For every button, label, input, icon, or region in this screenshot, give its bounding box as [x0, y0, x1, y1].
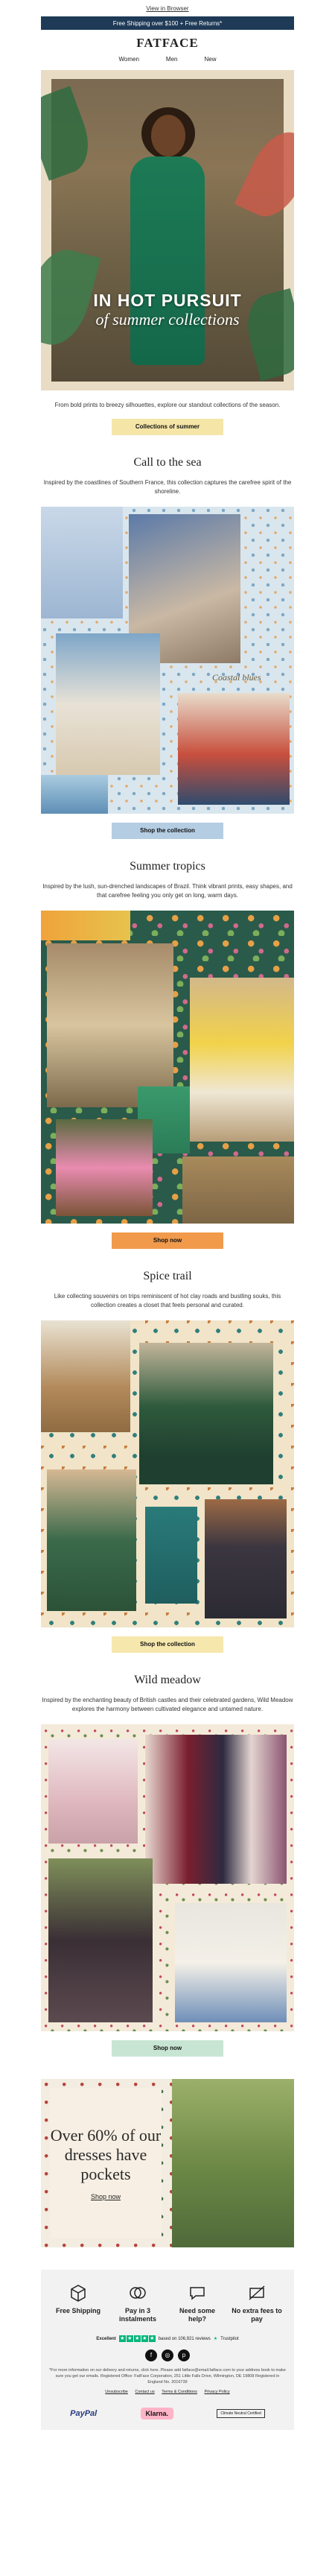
- floral-blouse-photo: [48, 1739, 138, 1844]
- email-container: View in Browser Free Shipping over $100 …: [0, 0, 335, 2448]
- nav-new[interactable]: New: [204, 56, 216, 63]
- facebook-icon[interactable]: f: [145, 2349, 157, 2361]
- klarna-logo: Klarna.: [140, 2408, 174, 2420]
- section-text-summer-tropics: Inspired by the lush, sun-drenched lands…: [42, 883, 293, 899]
- section-text-call-to-the-sea: Inspired by the coastlines of Southern F…: [43, 479, 292, 495]
- social-icons: f ◎ p: [48, 2349, 287, 2361]
- trustpilot-star-icon: ★: [213, 2337, 218, 2341]
- nav-women[interactable]: Women: [119, 56, 139, 63]
- shipping-banner[interactable]: Free Shipping over $100 + Free Returns*: [41, 16, 294, 30]
- clothes-rail-photo: [145, 1735, 287, 1884]
- trustpilot-widget[interactable]: Excellent ★ ★ ★ ★ ★ based on 106,921 rev…: [48, 2335, 287, 2342]
- usp-label: Pay in 3 instalments: [118, 2307, 156, 2323]
- boat-photo: [41, 775, 108, 814]
- dark-skirt-photo: [205, 1499, 287, 1618]
- spice-trail-collage[interactable]: [41, 1320, 294, 1627]
- model-pink-top-photo: [56, 1119, 153, 1216]
- shop-wild-meadow-button[interactable]: Shop now: [112, 2040, 223, 2057]
- box-icon: [52, 2282, 104, 2304]
- paypal-logo: PayPal: [70, 2409, 98, 2418]
- model-print-dress-photo: [48, 1858, 153, 2022]
- collections-of-summer-button[interactable]: Collections of summer: [112, 419, 223, 435]
- pockets-headline: Over 60% of our dresses have pockets: [50, 2126, 162, 2183]
- shop-call-to-the-sea-button[interactable]: Shop the collection: [112, 823, 223, 839]
- shop-summer-tropics-button[interactable]: Shop now: [112, 1232, 223, 1249]
- model-floral-dress-photo: [47, 943, 173, 1107]
- star-icon: ★: [133, 2335, 141, 2342]
- call-to-the-sea-collage[interactable]: Coastal blues: [41, 507, 294, 814]
- model-leaf-dress-photo: [139, 1343, 273, 1484]
- no-fees-icon: [231, 2282, 283, 2304]
- privacy-policy-link[interactable]: Privacy Policy: [204, 2390, 229, 2394]
- section-title-wild-meadow: Wild meadow: [134, 1674, 201, 1686]
- hero-model: [123, 107, 212, 368]
- shop-spice-trail-button[interactable]: Shop the collection: [112, 1636, 223, 1653]
- nav-men[interactable]: Men: [166, 56, 178, 63]
- usp-label: Free Shipping: [55, 2307, 100, 2314]
- section-title-spice-trail: Spice trail: [143, 1270, 192, 1282]
- pockets-textbox: Over 60% of our dresses have pockets Sho…: [50, 2088, 162, 2238]
- summer-tropics-collage[interactable]: [41, 911, 294, 1224]
- footer-links: Unsubscribe Contact us Terms & Condition…: [48, 2390, 287, 2394]
- hero-intro-text: From bold prints to breezy silhouettes, …: [54, 402, 281, 408]
- payment-logos: PayPal Klarna. Climate Neutral Certified: [48, 2408, 287, 2420]
- fatface-logo[interactable]: FATFACE: [0, 36, 335, 52]
- coins-icon: [112, 2282, 164, 2304]
- hero-title: IN HOT PURSUIT: [93, 291, 242, 310]
- orange-fruit-photo: [41, 911, 130, 940]
- blue-trousers-photo: [41, 507, 123, 618]
- star-icon: ★: [118, 2335, 126, 2342]
- model-stripe-dress-photo: [56, 633, 160, 775]
- red-shirt-photo: [178, 693, 290, 805]
- pockets-model-photo: [172, 2079, 294, 2247]
- hero-banner[interactable]: IN HOT PURSUIT of summer collections: [41, 70, 294, 390]
- unsubscribe-link[interactable]: Unsubscribe: [105, 2390, 128, 2394]
- section-text-spice-trail: Like collecting souvenirs on trips remin…: [54, 1293, 281, 1308]
- view-in-browser-link[interactable]: View in Browser: [0, 0, 335, 16]
- section-title-call-to-the-sea: Call to the sea: [133, 456, 202, 469]
- climate-neutral-badge: Climate Neutral Certified: [217, 2409, 265, 2418]
- model-white-blouse-photo: [175, 1903, 287, 2022]
- trustpilot-reviews: based on 106,921 reviews: [158, 2336, 211, 2341]
- star-icon: ★: [126, 2335, 133, 2342]
- chat-icon: [171, 2282, 223, 2304]
- main-nav: Women Men New: [0, 52, 335, 66]
- model-green-dress-photo: [47, 1469, 136, 1611]
- contact-us-link[interactable]: Contact us: [135, 2390, 154, 2394]
- footer: Free Shipping Pay in 3 instalments Need …: [41, 2270, 294, 2430]
- pockets-banner[interactable]: Over 60% of our dresses have pockets Sho…: [41, 2079, 294, 2247]
- terms-link[interactable]: Terms & Conditions: [162, 2390, 197, 2394]
- wild-meadow-collage[interactable]: [41, 1724, 294, 2031]
- section-text-wild-meadow: Inspired by the enchanting beauty of Bri…: [42, 1697, 293, 1712]
- usp-free-shipping[interactable]: Free Shipping: [52, 2282, 104, 2323]
- hero-subtitle: of summer collections: [95, 310, 240, 329]
- model-yellow-top-photo: [190, 978, 294, 1142]
- stone-wall-photo: [182, 1156, 294, 1224]
- coastal-blues-caption: Coastal blues: [212, 672, 261, 683]
- basket-photo: [41, 1320, 130, 1432]
- usp-no-extra-fees[interactable]: No extra fees to pay: [231, 2282, 283, 2323]
- bottom-spacer: [0, 2430, 335, 2448]
- instagram-icon[interactable]: ◎: [162, 2349, 173, 2361]
- fine-print: *For more information on our delivery an…: [49, 2368, 286, 2384]
- teal-dress-photo: [145, 1507, 197, 1604]
- usp-label: No extra fees to pay: [232, 2307, 282, 2323]
- star-icon: ★: [141, 2335, 148, 2342]
- section-title-summer-tropics: Summer tropics: [130, 860, 205, 873]
- usp-need-help[interactable]: Need some help?: [171, 2282, 223, 2323]
- pockets-shop-now-link[interactable]: Shop now: [91, 2193, 121, 2200]
- usp-label: Need some help?: [179, 2307, 216, 2323]
- trustpilot-brand: Trustpilot: [220, 2336, 239, 2341]
- pinterest-icon[interactable]: p: [178, 2349, 190, 2361]
- usp-row: Free Shipping Pay in 3 instalments Need …: [48, 2282, 287, 2323]
- usp-pay-in-3[interactable]: Pay in 3 instalments: [112, 2282, 164, 2323]
- star-icon: ★: [148, 2335, 156, 2342]
- trustpilot-rating-label: Excellent: [96, 2336, 116, 2341]
- trustpilot-stars: ★ ★ ★ ★ ★: [118, 2335, 156, 2342]
